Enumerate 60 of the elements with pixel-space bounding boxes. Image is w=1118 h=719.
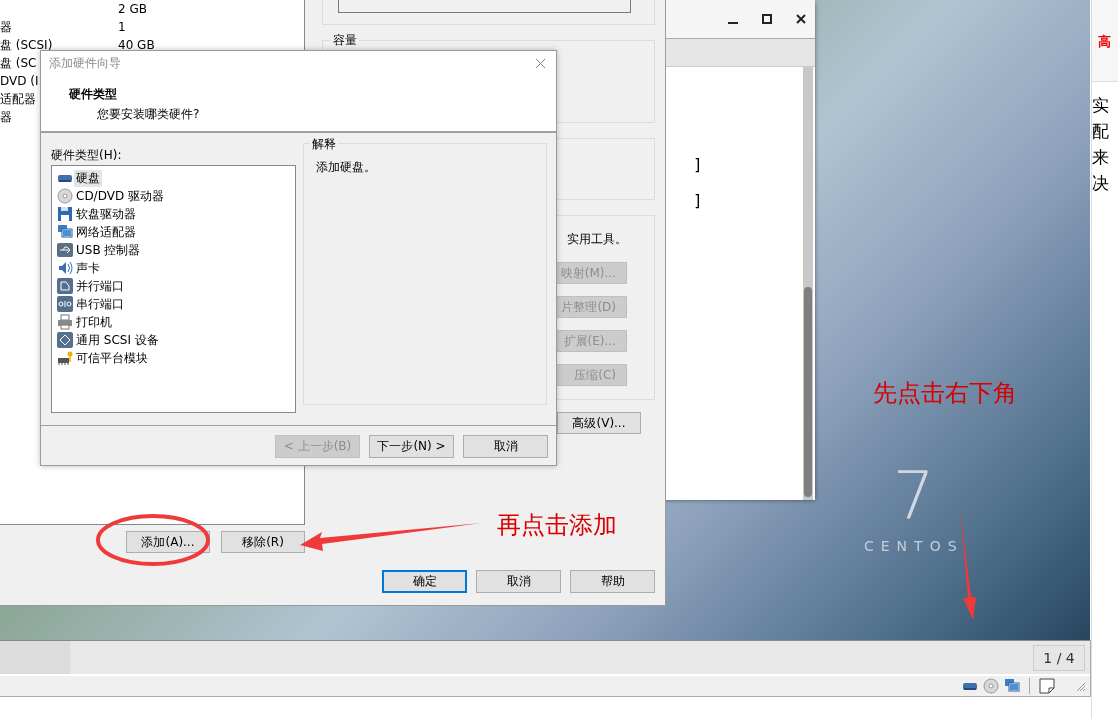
floppy-icon (57, 206, 73, 222)
monitor-icon (57, 224, 73, 240)
disc-icon (57, 188, 73, 204)
group-title: 解释 (310, 136, 338, 153)
help-button[interactable]: 帮助 (570, 570, 655, 593)
usb-icon (57, 242, 73, 258)
hardware-item[interactable]: 软盘驱动器 (74, 205, 138, 223)
device-name[interactable]: 盘 (SCSI) (0, 36, 118, 54)
printer-icon (57, 314, 73, 330)
device-summary: 40 GB (118, 38, 155, 52)
chip-icon (57, 350, 73, 366)
next-button[interactable]: 下一步(N) > (369, 435, 454, 458)
section-heading: 硬件类型 (69, 86, 118, 103)
hardware-item[interactable]: 并行端口 (74, 277, 126, 295)
hardware-item[interactable]: USB 控制器 (74, 241, 143, 259)
device-summary: 1 (118, 20, 126, 34)
hardware-item[interactable]: CD/DVD 驱动器 (74, 187, 166, 205)
add-button[interactable]: 添加(A)... (126, 531, 210, 553)
hardware-item[interactable]: 通用 SCSI 设备 (74, 331, 161, 349)
hardware-item[interactable]: 打印机 (74, 313, 114, 331)
remove-button[interactable]: 移除(R) (221, 531, 305, 553)
device-summary: 2 GB (118, 2, 147, 16)
note-icon[interactable] (1039, 678, 1055, 694)
bracket-text: ] (693, 155, 704, 176)
page-text: 配 (1092, 120, 1110, 143)
cancel-button[interactable]: 取消 (463, 435, 548, 458)
port-icon (57, 278, 73, 294)
bracket-text: ] (693, 191, 704, 212)
annotation-text: 先点击右下角 (873, 378, 1017, 409)
page-text: 决 (1092, 172, 1110, 195)
cancel-button[interactable]: 取消 (476, 570, 561, 593)
hardware-item[interactable]: 可信平台模块 (74, 349, 150, 367)
section-subheading: 您要安装哪类硬件? (97, 106, 201, 123)
advanced-button[interactable]: 高级(V)... (557, 412, 641, 434)
maximize-icon[interactable] (761, 13, 773, 25)
description-text: 实用工具。 (567, 231, 627, 248)
speaker-icon (57, 260, 73, 276)
hardware-item[interactable]: 硬盘 (74, 169, 102, 187)
group-title: 容量 (331, 32, 359, 49)
page-text: 实 (1092, 94, 1110, 117)
logo-number: 7 (892, 462, 935, 532)
page-indicator: 1 / 4 (1033, 644, 1085, 671)
explanation-text: 添加硬盘。 (316, 159, 377, 176)
close-icon[interactable] (795, 13, 807, 25)
logo-text: CENTOS (864, 538, 964, 554)
scrollbar[interactable] (803, 67, 813, 500)
diamond-icon (57, 332, 73, 348)
file-path-field[interactable] (338, 0, 631, 13)
hardware-item[interactable]: 网络适配器 (74, 223, 138, 241)
dialog-title: 添加硬件向导 (49, 55, 121, 72)
ok-button[interactable]: 确定 (382, 570, 467, 593)
hardware-item[interactable]: 声卡 (74, 259, 102, 277)
resize-grip-icon (1074, 680, 1086, 692)
hardware-item[interactable]: 串行端口 (74, 295, 126, 313)
page-text: 来 (1092, 146, 1110, 169)
device-name[interactable]: 器 (0, 18, 118, 36)
annotation-text: 再点击添加 (497, 510, 617, 541)
list-label: 硬件类型(H): (51, 147, 123, 161)
port-icon (57, 296, 73, 312)
side-title: 高 (1092, 0, 1118, 82)
